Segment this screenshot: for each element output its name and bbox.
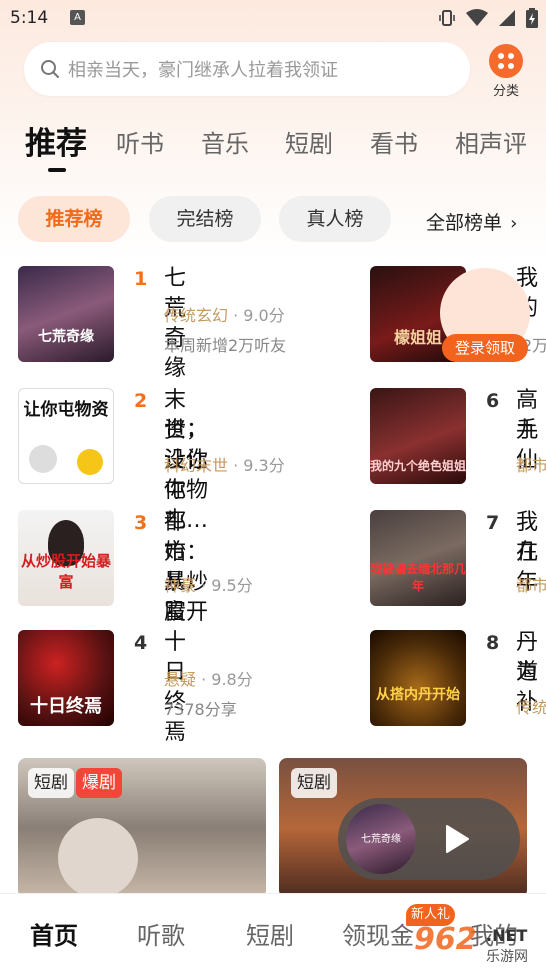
chip-real-voice-rank[interactable]: 真人榜	[279, 196, 391, 242]
drama-card[interactable]: 短剧 爆剧	[18, 758, 266, 898]
book-meta: 传统玄幻 · 9.0分	[164, 306, 285, 325]
tab-audiobook[interactable]: 听书	[116, 124, 164, 159]
drama-hot-tag: 爆剧	[76, 768, 122, 798]
chevron-right-icon: ›	[510, 213, 518, 234]
status-time: 5:14	[10, 8, 49, 28]
search-bar[interactable]: 相亲当天，豪门继承人拉着我领证	[24, 42, 470, 96]
notification-icon: A	[70, 10, 85, 25]
status-icons	[438, 8, 538, 28]
category-icon	[489, 44, 523, 78]
book-meta: 传统	[516, 698, 546, 717]
tab-read[interactable]: 看书	[370, 124, 418, 159]
book-meta: 都市	[516, 456, 546, 475]
search-icon	[41, 60, 59, 78]
nav-songs[interactable]: 听歌	[137, 916, 185, 951]
play-icon[interactable]	[444, 824, 470, 854]
drama-tag: 短剧	[291, 768, 337, 798]
nav-home[interactable]: 首页	[30, 916, 78, 951]
category-button[interactable]: 分类	[486, 44, 526, 99]
tab-recommend[interactable]: 推荐	[25, 118, 87, 163]
all-rankings-link[interactable]: 全部榜单 ›	[426, 208, 517, 235]
rank-number: 7	[486, 512, 500, 534]
tab-crosstalk[interactable]: 相声评	[455, 124, 527, 159]
book-cover: 十日终焉	[18, 630, 114, 726]
rank-number: 4	[134, 632, 148, 654]
book-stat: 7378分享	[164, 700, 237, 719]
book-meta: 科幻末世 · 9.3分	[164, 456, 285, 475]
rank-number: 6	[486, 390, 500, 412]
drama-tag: 短剧	[28, 768, 74, 798]
book-cover: 让你屯物资	[18, 388, 114, 484]
wifi-icon	[466, 9, 488, 26]
vibrate-icon	[439, 10, 455, 26]
site-watermark: 962 .NET 乐游网	[414, 922, 528, 965]
signal-icon	[499, 10, 515, 26]
book-meta: 悬疑 · 9.8分	[164, 670, 253, 689]
book-cover: 七荒奇缘	[18, 266, 114, 362]
tab-indicator	[48, 168, 66, 172]
book-cover: 我的九个绝色姐姐	[370, 388, 466, 484]
all-rankings-label: 全部榜单	[426, 212, 503, 234]
chip-finished-rank[interactable]: 完结榜	[149, 196, 261, 242]
rank-number: 8	[486, 632, 500, 654]
chip-recommend-rank[interactable]: 推荐榜	[18, 196, 130, 242]
book-cover: 我被骗去缅北那几年	[370, 510, 466, 606]
book-stat: 本周新增2万听友	[164, 336, 287, 355]
book-cover: 从炒股开始暴富	[18, 510, 114, 606]
tab-music[interactable]: 音乐	[201, 124, 249, 159]
rank-number: 2	[134, 390, 148, 412]
book-meta: 神豪 · 9.5分	[164, 576, 253, 595]
nav-earn-cash[interactable]: 领现金	[342, 916, 414, 951]
mini-player[interactable]: 七荒奇缘	[338, 798, 520, 880]
category-label: 分类	[492, 84, 519, 99]
tab-short-drama[interactable]: 短剧	[285, 124, 333, 159]
login-claim-button[interactable]: 登录领取	[442, 334, 528, 362]
nav-short-drama[interactable]: 短剧	[246, 916, 294, 951]
rank-number: 1	[134, 268, 148, 290]
book-cover: 从搭内丹开始	[370, 630, 466, 726]
search-placeholder: 相亲当天，豪门继承人拉着我领证	[68, 60, 338, 81]
battery-icon	[526, 8, 538, 28]
top-tabs: 推荐 听书 音乐 短剧 看书 相声评	[0, 118, 546, 168]
status-bar: 5:14 A	[0, 0, 546, 36]
rank-number: 3	[134, 512, 148, 534]
book-meta: 都市	[516, 576, 546, 595]
player-cover: 七荒奇缘	[346, 804, 416, 874]
